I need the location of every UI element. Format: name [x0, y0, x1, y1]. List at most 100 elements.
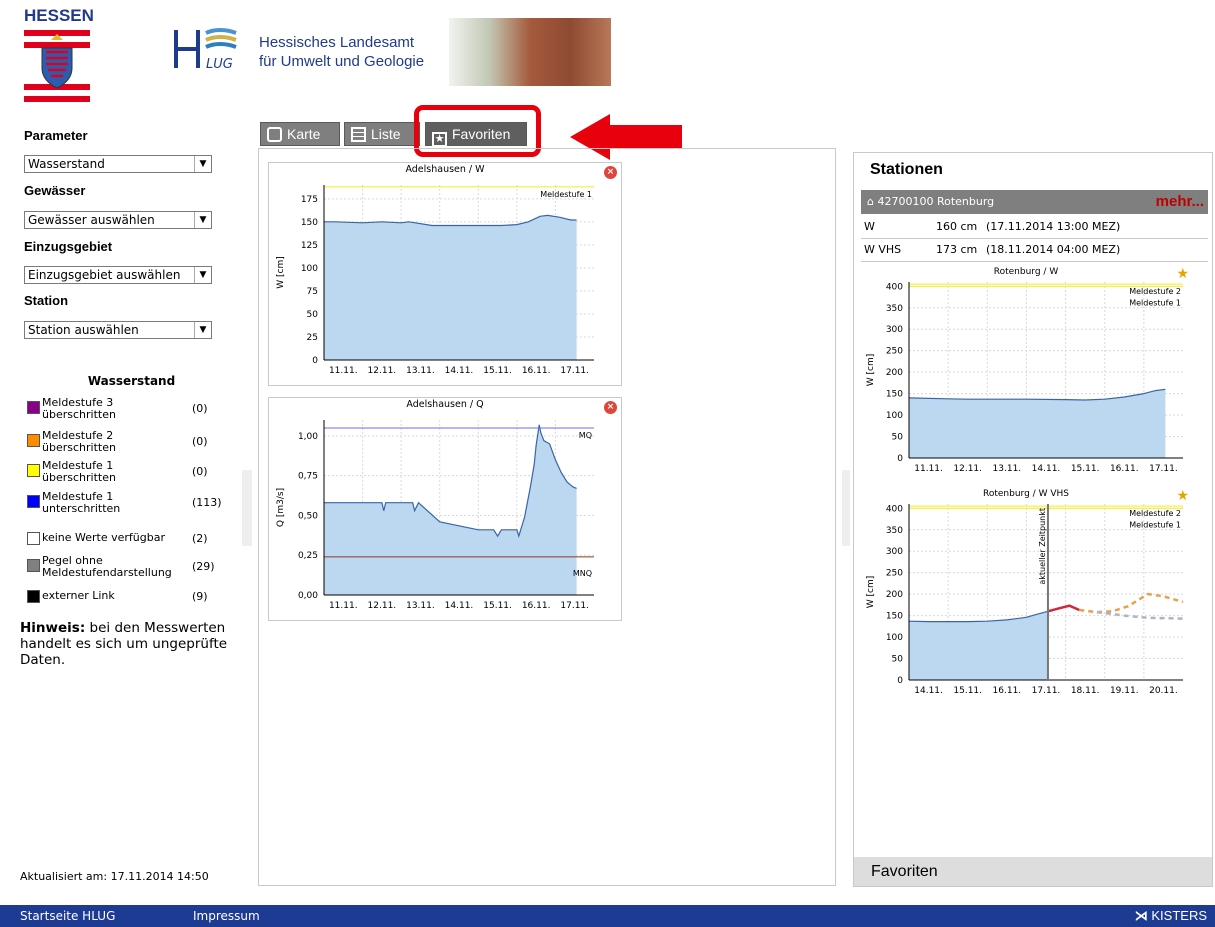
y-tick-label: 350 [886, 304, 903, 314]
right-panel-collapse-handle[interactable] [842, 470, 850, 546]
x-tick-label: 17.11. [560, 601, 589, 611]
y-tick-label: 200 [886, 590, 903, 600]
x-tick-label: 12.11. [368, 601, 397, 611]
y-tick-label: 75 [307, 287, 318, 297]
tab-liste[interactable]: Liste [344, 122, 420, 146]
parameter-select[interactable]: Wasserstand ▼ [24, 155, 212, 173]
series-area [324, 424, 577, 595]
x-tick-label: 17.11. [1149, 464, 1178, 474]
y-axis-label: W [cm] [866, 354, 876, 387]
y-tick-label: 100 [886, 633, 903, 643]
legend-swatch [27, 590, 40, 603]
agency-name: Hessisches Landesamt für Umwelt und Geol… [259, 33, 424, 71]
station-header: ⌂ 42700100 Rotenburg mehr... [861, 190, 1208, 214]
chart-card-adelshausen-w: Adelshausen / W × 0 25 50 75 100 125 150 175 11.… [268, 162, 622, 386]
legend-swatch [27, 532, 40, 545]
x-tick-label: 14.11. [445, 601, 474, 611]
sidebar-collapse-handle[interactable] [242, 470, 252, 546]
more-link[interactable]: mehr... [1156, 190, 1204, 214]
chart-card-rotenburg-w-vhs: Rotenburg / W VHS ★ 0 50 100 150 200 250 300 35… [861, 488, 1191, 706]
legend-swatch [27, 495, 40, 508]
chevron-down-icon: ▼ [194, 156, 211, 172]
y-tick-label: 100 [886, 411, 903, 421]
y-tick-label: 50 [892, 655, 904, 665]
legend-label: Meldestufe 3 überschritten [42, 396, 116, 421]
x-tick-label: 20.11. [1149, 686, 1178, 696]
kisters-logo: ⋊ KISTERS [1134, 908, 1207, 923]
x-tick-label: 16.11. [993, 686, 1022, 696]
threshold-label: Meldestufe 2 [1129, 287, 1181, 296]
y-tick-label: 125 [301, 241, 318, 251]
now-marker-label: aktueller Zeitpunkt [1038, 508, 1047, 585]
legend-label: Meldestufe 1 überschritten [42, 459, 116, 484]
y-tick-label: 150 [301, 218, 318, 228]
y-tick-label: 0,75 [298, 472, 318, 482]
y-tick-label: 250 [886, 347, 903, 357]
hessen-coat-of-arms-icon [24, 28, 90, 104]
forecast-line [1079, 592, 1184, 614]
station-name: 42700100 Rotenburg [877, 195, 995, 208]
gewaesser-select[interactable]: Gewässer auswählen ▼ [24, 211, 212, 229]
einzugsgebiet-select[interactable]: Einzugsgebiet auswählen ▼ [24, 266, 212, 284]
threshold-label: Meldestufe 1 [1129, 298, 1181, 307]
tab-karte[interactable]: Karte [260, 122, 340, 146]
y-axis-label: W [cm] [866, 576, 876, 609]
x-tick-label: 15.11. [953, 686, 982, 696]
updated-timestamp: Aktualisiert am: 17.11.2014 14:50 [20, 870, 209, 883]
x-tick-label: 16.11. [522, 366, 551, 376]
y-tick-label: 50 [892, 433, 904, 443]
x-tick-label: 16.11. [522, 601, 551, 611]
legend-count: (0) [192, 435, 208, 448]
x-tick-label: 14.11. [445, 366, 474, 376]
y-tick-label: 350 [886, 526, 903, 536]
hint-text: Hinweis: bei den Messwerten handelt es s… [20, 620, 228, 668]
y-tick-label: 0,00 [298, 591, 318, 601]
agency-name-line1: Hessisches Landesamt [259, 34, 415, 51]
x-tick-label: 15.11. [1071, 464, 1100, 474]
station-icon: ⌂ [867, 195, 874, 208]
y-tick-label: 25 [307, 333, 318, 343]
chart-card-adelshausen-q: Adelshausen / Q × 0,00 0,25 0,50 0,75 1,00 11… [268, 397, 622, 621]
chart-rotenburg-w: 0 50 100 150 200 250 300 350 400 11.11. 12.11. 13.1… [866, 282, 1183, 474]
series-area [324, 215, 577, 360]
forecast-line [1047, 604, 1080, 613]
globe-icon [267, 127, 282, 142]
threshold-label: MNQ [573, 569, 592, 578]
y-tick-label: 400 [886, 282, 903, 292]
x-tick-label: 16.11. [1110, 464, 1139, 474]
home-link[interactable]: Startseite HLUG [20, 905, 115, 927]
value-param: W [864, 220, 875, 233]
x-tick-label: 11.11. [914, 464, 943, 474]
favorites-accordion[interactable]: Favoriten [854, 857, 1212, 886]
x-tick-label: 12.11. [368, 366, 397, 376]
x-tick-label: 15.11. [483, 366, 512, 376]
station-select[interactable]: Station auswählen ▼ [24, 321, 212, 339]
legend-label: Pegel ohne Meldestufendarstellung [42, 554, 172, 579]
legend-count: (0) [192, 465, 208, 478]
x-tick-label: 15.11. [483, 601, 512, 611]
y-axis-label: W [cm] [276, 256, 286, 289]
y-tick-label: 0 [897, 454, 903, 464]
legend-count: (0) [192, 402, 208, 415]
x-tick-label: 13.11. [993, 464, 1022, 474]
value-amount: 173 cm [936, 243, 978, 256]
threshold-label: Meldestufe 1 [540, 190, 592, 199]
y-tick-label: 200 [886, 368, 903, 378]
value-time: (18.11.2014 04:00 MEZ) [986, 243, 1121, 256]
y-axis-label: Q [m3/s] [276, 488, 286, 527]
imprint-link[interactable]: Impressum [193, 905, 260, 927]
parameter-label: Parameter [24, 128, 88, 143]
y-tick-label: 150 [886, 390, 903, 400]
y-tick-label: 150 [886, 612, 903, 622]
chevron-down-icon: ▼ [194, 212, 211, 228]
hlug-logo-icon: LUG [174, 28, 237, 72]
y-tick-label: 175 [301, 195, 318, 205]
legend-count: (2) [192, 532, 208, 545]
list-icon [351, 127, 366, 142]
x-tick-label: 14.11. [914, 686, 943, 696]
x-tick-label: 18.11. [1071, 686, 1100, 696]
x-tick-label: 11.11. [329, 366, 358, 376]
station-value-row: W VHS 173 cm (18.11.2014 04:00 MEZ) [861, 239, 1208, 262]
footer: Startseite HLUG Impressum ⋊ KISTERS [0, 905, 1215, 927]
legend-swatch [27, 464, 40, 477]
